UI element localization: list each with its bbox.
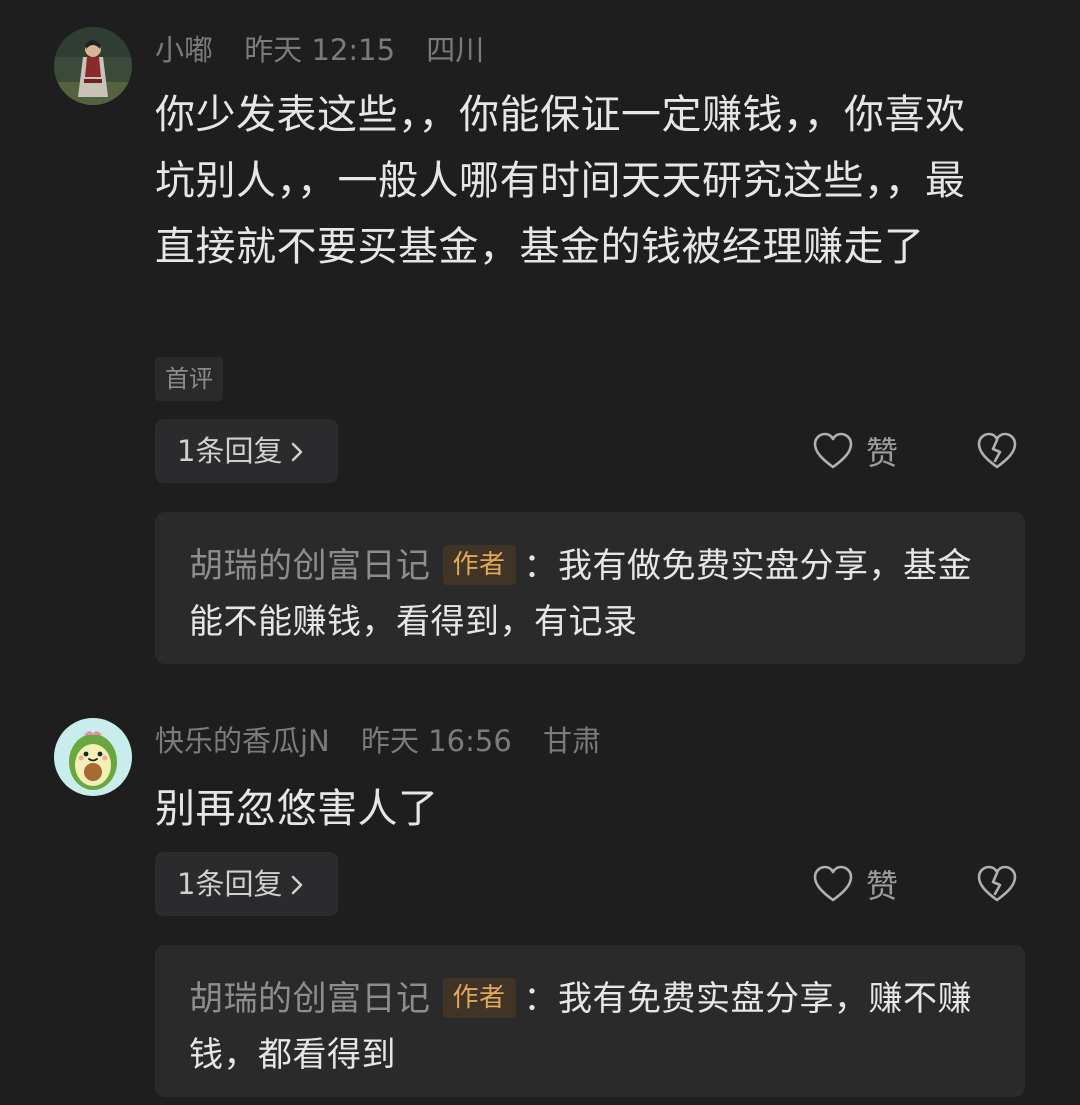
reply-author[interactable]: 胡瑞的创富日记 <box>189 979 431 1019</box>
comment-text: 你少发表这些，，你能保证一定赚钱，，你喜欢坑别人，，一般人哪有时间天天研究这些，… <box>155 92 966 270</box>
broken-heart-icon <box>977 865 1017 902</box>
dislike-button[interactable] <box>976 430 1018 472</box>
reply-text-block: 胡瑞的创富日记 作者 ：我有免费实盘分享，赚不赚钱，都看得到 <box>189 971 991 1083</box>
reply-author[interactable]: 胡瑞的创富日记 <box>189 546 431 586</box>
reply-count: 1条回复 <box>177 867 283 901</box>
like-button[interactable]: 赞 <box>812 419 898 483</box>
broken-heart-icon <box>977 432 1017 469</box>
comment-list: 小嘟 昨天 12:15 四川 你少发表这些，，你能保证一定赚钱，，你喜欢坑别人，… <box>0 0 1080 1105</box>
view-replies-button[interactable]: 1条回复 <box>155 852 338 916</box>
username[interactable]: 小嘟 <box>155 33 213 67</box>
location: 甘肃 <box>543 724 602 758</box>
reply-text-block: 胡瑞的创富日记 作者 ：我有做免费实盘分享，基金能不能赚钱，看得到，有记录 <box>189 538 991 650</box>
author-reply[interactable]: 胡瑞的创富日记 作者 ：我有免费实盘分享，赚不赚钱，都看得到 <box>155 945 1025 1097</box>
avatar[interactable] <box>54 27 132 105</box>
like-label: 赞 <box>866 434 899 472</box>
like-button[interactable]: 赞 <box>812 852 898 916</box>
chevron-right-icon <box>290 852 304 916</box>
view-replies-button[interactable]: 1条回复 <box>155 419 338 483</box>
like-label: 赞 <box>866 867 899 905</box>
author-badge: 作者 <box>442 978 516 1018</box>
user-portrait-icon <box>54 27 132 105</box>
dislike-button[interactable] <box>976 863 1018 905</box>
avocado-avatar-icon <box>54 718 132 796</box>
comment-text: 别再忽悠害人了 <box>155 786 439 832</box>
first-comment-badge: 首评 <box>155 357 223 401</box>
comment-meta: 小嘟 昨天 12:15 四川 <box>155 30 506 70</box>
comment-meta: 快乐的香瓜jN 昨天 16:56 甘肃 <box>155 721 623 761</box>
heart-outline-icon <box>813 432 853 469</box>
author-badge: 作者 <box>442 545 516 585</box>
timestamp: 昨天 12:15 <box>244 33 396 67</box>
chevron-right-icon <box>290 419 304 483</box>
username[interactable]: 快乐的香瓜jN <box>155 724 330 758</box>
avatar[interactable] <box>54 718 132 796</box>
location: 四川 <box>426 33 485 67</box>
heart-outline-icon <box>813 865 853 902</box>
reply-count: 1条回复 <box>177 434 283 468</box>
author-reply[interactable]: 胡瑞的创富日记 作者 ：我有做免费实盘分享，基金能不能赚钱，看得到，有记录 <box>155 512 1025 664</box>
timestamp: 昨天 16:56 <box>360 724 512 758</box>
